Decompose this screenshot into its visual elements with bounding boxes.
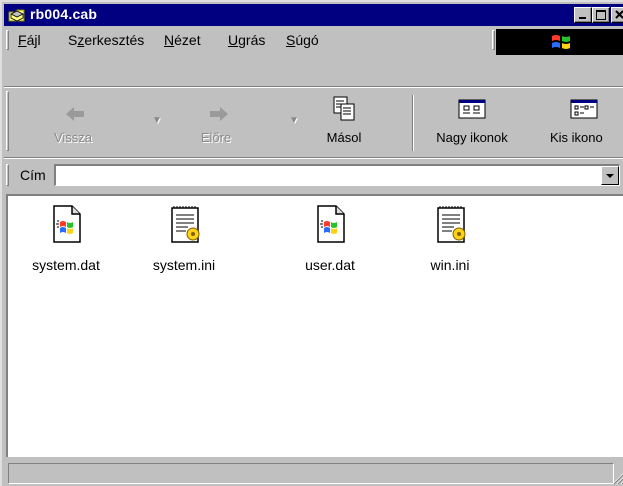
windows-logo-throbber (496, 29, 623, 55)
copy-label: Másol (326, 130, 362, 145)
file-name: win.ini (430, 257, 470, 273)
menu-go[interactable]: Ugrás (228, 32, 265, 48)
address-dropdown-button[interactable] (601, 166, 619, 185)
large-icons-view-icon (458, 99, 486, 119)
cabinet-folder-icon (8, 9, 25, 22)
toolbar-grip[interactable] (6, 91, 9, 151)
menu-bar: Fájl Szerkesztés Nézet Ugrás Súgó (4, 28, 623, 55)
chevron-down-icon (606, 174, 614, 178)
file-name: user.dat (305, 257, 355, 273)
menu-view[interactable]: Nézet (164, 32, 201, 48)
ini-file-icon (171, 206, 200, 243)
file-item[interactable]: win.ini (406, 204, 494, 273)
small-icons-label: Kis ikono (550, 130, 603, 145)
copy-icon (333, 96, 355, 121)
back-dropdown-icon[interactable]: ▼ (152, 115, 162, 126)
forward-label: Előre (200, 130, 232, 145)
large-icons-label: Nagy ikonok (436, 130, 508, 145)
large-icons-button[interactable]: Nagy ikonok (422, 89, 522, 155)
resize-grip-icon[interactable] (611, 471, 623, 485)
dat-file-icon (317, 205, 345, 243)
file-item[interactable]: system.ini (140, 204, 228, 273)
menu-file[interactable]: Fájl (18, 32, 41, 48)
forward-button[interactable]: Előre (176, 89, 256, 155)
maximize-icon (596, 10, 606, 20)
forward-arrow-icon (210, 107, 228, 121)
menu-help[interactable]: Súgó (286, 32, 319, 48)
status-bar (6, 460, 623, 486)
file-item[interactable]: system.dat (22, 204, 110, 273)
minimize-icon (579, 17, 586, 19)
menubar-grip[interactable] (6, 30, 9, 50)
status-panel (8, 463, 614, 484)
file-name: system.ini (152, 257, 216, 273)
file-list-pane[interactable]: system.dat system.ini user.dat win.ini (6, 194, 623, 457)
dat-file-icon (53, 205, 81, 243)
menubar-separator (4, 86, 623, 88)
title-bar[interactable]: rb004.cab (4, 4, 623, 26)
address-input[interactable] (54, 164, 620, 186)
small-icons-view-icon (570, 99, 598, 119)
address-bar: Cím (4, 160, 623, 190)
minimize-button[interactable] (574, 7, 592, 23)
address-label: Cím (20, 167, 46, 183)
copy-button[interactable]: Másol (309, 89, 379, 155)
small-icons-button[interactable]: Kis ikono (540, 89, 623, 155)
close-icon (615, 10, 623, 19)
address-grip[interactable] (6, 164, 9, 186)
back-button[interactable]: Vissza (38, 89, 108, 155)
toolbar-separator-bottom (4, 157, 623, 159)
file-item[interactable]: user.dat (286, 204, 374, 273)
back-label: Vissza (53, 130, 93, 145)
window-title: rb004.cab (30, 6, 98, 22)
back-arrow-icon (66, 107, 84, 121)
logo-grip (492, 30, 495, 50)
ini-file-icon (437, 206, 466, 243)
windows-flag-icon (552, 35, 570, 49)
menu-edit[interactable]: Szerkesztés (68, 32, 144, 48)
explorer-window: rb004.cab Fájl Szerkesztés Nézet Ugrás S… (0, 0, 623, 486)
standard-toolbar: Vissza ▼ Előre ▼ Másol Nagy ikonok Kis i… (4, 89, 623, 157)
toolbar-separator (412, 95, 414, 151)
forward-dropdown-icon[interactable]: ▼ (289, 115, 299, 126)
close-button[interactable] (611, 7, 623, 23)
file-name: system.dat (32, 257, 100, 273)
maximize-button[interactable] (592, 7, 610, 23)
